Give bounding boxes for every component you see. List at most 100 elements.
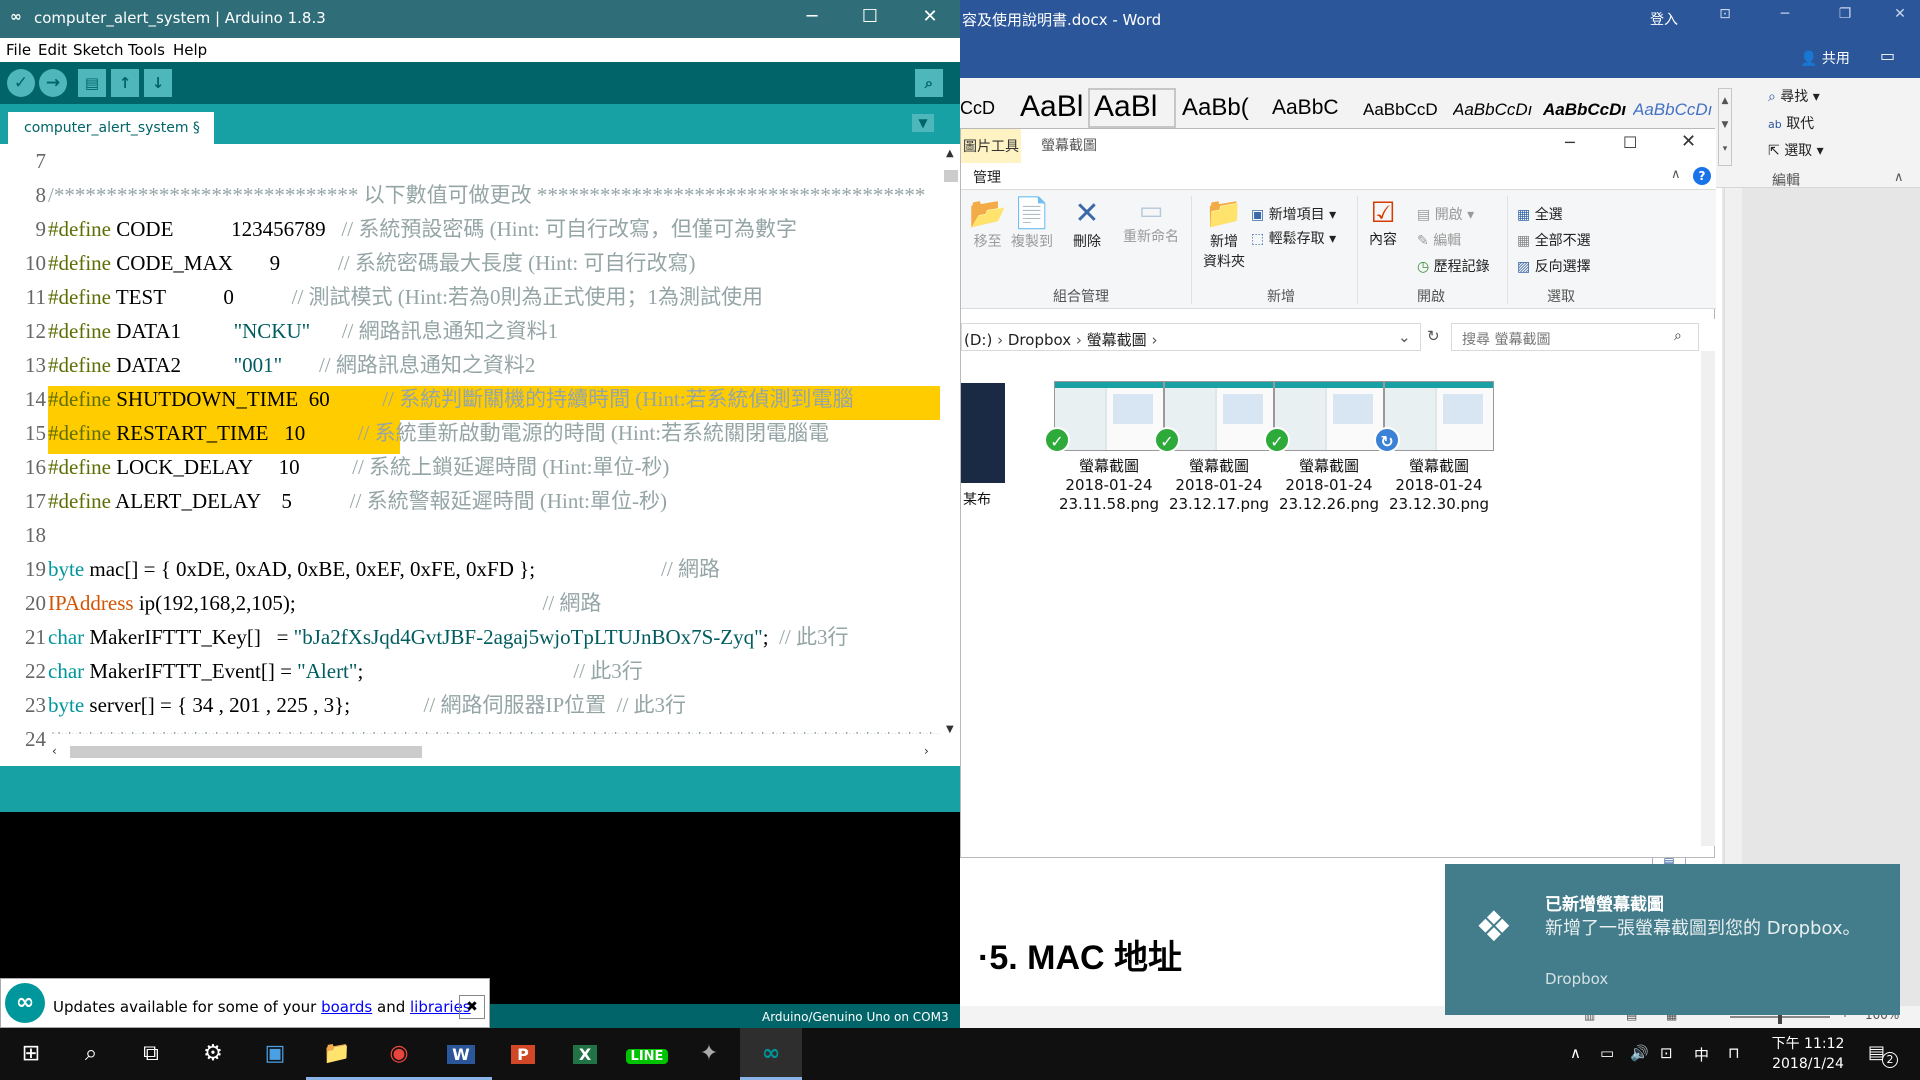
find-button[interactable]: ⌕ 尋找 ▾ [1752,84,1824,111]
open-sketch-icon[interactable]: ↑ [111,69,139,97]
open-button[interactable]: ▤ 開啟 ▾ [1417,204,1474,224]
word-signin-link[interactable]: 登入 [1650,9,1678,29]
code-line[interactable]: byte mac[] = { 0xDE, 0xAD, 0xBE, 0xEF, 0… [48,552,940,586]
excel-icon[interactable]: X [554,1028,616,1080]
edit-button[interactable]: ✎ 編輯 [1417,230,1461,250]
style-gallery-scroll[interactable]: ▲ ▼ ▾ [1718,88,1732,166]
code-line[interactable]: #define SHUTDOWN_TIME 60 // 系統判斷關機的持續時間 … [48,382,940,416]
explorer-vertical-scrollbar[interactable] [1701,351,1715,846]
code-content[interactable]: /***************************** 以下數值可做更改 … [48,144,940,734]
line-app-icon[interactable]: LINE [616,1028,678,1080]
collapse-ribbon-icon[interactable]: ∧ [1671,167,1681,182]
code-line[interactable]: #define CODE 123456789 // 系統預設密碼 (Hint: … [48,212,940,246]
scroll-thumb[interactable] [944,170,958,182]
start-windows-icon[interactable]: ⊞ [0,1028,62,1080]
collapse-ribbon-icon[interactable]: ∧ [1894,170,1904,185]
tab-manage[interactable]: 管理 [973,167,1001,187]
volume-icon[interactable]: 🔊 [1630,1044,1649,1062]
scroll-left-icon[interactable]: ‹ [52,744,57,758]
settings-gear-icon[interactable]: ⚙ [182,1028,244,1080]
chrome-icon[interactable]: ◉ [368,1028,430,1080]
share-button[interactable]: 👤 共用 [1800,48,1850,68]
task-view-icon[interactable]: ⧉ [120,1028,182,1080]
close-icon[interactable]: ✕ [910,6,950,27]
search-input[interactable]: 搜尋 螢幕截圖 ⌕ [1451,323,1699,351]
new-folder-button[interactable]: 📁 新增 資料夾 [1203,196,1245,271]
code-line[interactable]: /***************************** 以下數值可做更改 … [48,178,940,212]
code-line[interactable]: #define DATA1 "NCKU" // 網路訊息通知之資料1 [48,314,940,348]
file-explorer-taskbar-icon[interactable]: 📁 [306,1028,368,1080]
breadcrumb-dropbox[interactable]: Dropbox [1008,331,1071,349]
ime-mode-icon[interactable]: ⊓ [1728,1044,1740,1062]
minimize-icon[interactable]: ─ [1565,133,1575,152]
maximize-icon[interactable]: ☐ [850,6,890,27]
scroll-down-icon[interactable]: ▼ [946,724,954,735]
editor-horizontal-scrollbar[interactable]: ‹ › [46,742,942,762]
minimize-icon[interactable]: ─ [792,6,832,27]
minimize-icon[interactable]: ─ [1770,6,1800,22]
tab-menu-chevron-down-icon[interactable]: ▼ [912,114,934,132]
code-line[interactable]: /***************************************… [48,722,940,734]
new-item-button[interactable]: ▣ 新增項目 ▾ [1251,204,1336,224]
serial-monitor-icon[interactable]: ⌕ [915,69,943,97]
code-line[interactable] [48,518,940,552]
dropbox-toast[interactable]: ❖ 已新增螢幕截圖 新增了一張螢幕截圖到您的 Dropbox。 Dropbox [1445,864,1900,1015]
menu-tools[interactable]: Tools [128,41,165,59]
select-none-button[interactable]: ▦ 全部不選 [1517,230,1591,250]
word-taskbar-icon[interactable]: W [430,1028,492,1080]
file-item[interactable]: ↻ 螢幕截圖 2018-01-24 23.12.30.png [1374,381,1504,521]
menu-edit[interactable]: Edit [38,41,67,59]
code-line[interactable]: #define RESTART_TIME 10 // 系統重新啟動電源的時間 (… [48,416,940,450]
code-line[interactable]: #define TEST 0 // 測試模式 (Hint:若為0則為正式使用；1… [48,280,940,314]
editor-vertical-scrollbar[interactable]: ▲ ▼ [942,144,960,735]
network-icon[interactable]: ⊡ [1660,1044,1673,1062]
menu-help[interactable]: Help [173,41,207,59]
code-line[interactable]: char MakerIFTTT_Key[] = "bJa2fXsJqd4GvtJ… [48,620,940,654]
rename-button[interactable]: ▭ 重新命名 [1123,196,1179,246]
restore-icon[interactable]: ❐ [1830,6,1860,22]
code-line[interactable]: IPAddress ip(192,168,2,105); // 網路 [48,586,940,620]
ribbon-display-icon[interactable]: ⊡ [1710,6,1740,22]
scroll-right-icon[interactable]: › [924,744,929,758]
search-icon[interactable]: ⌕ [60,1028,122,1080]
menu-file[interactable]: File [6,41,31,59]
code-line[interactable]: char MakerIFTTT_Event[] = "Alert"; // 此3… [48,654,940,688]
hscroll-thumb[interactable] [70,746,422,758]
select-all-button[interactable]: ▦ 全選 [1517,204,1563,224]
code-editor[interactable]: 7 8 9 10 11 12 13 14 15 16 17 18 19 20 21 22 23 24 /*****… [0,144,960,766]
code-line[interactable]: byte server[] = { 34 , 201 , 225 , 3}; /… [48,688,940,722]
paint-app-icon[interactable]: ✦ [678,1028,740,1080]
code-line[interactable] [48,144,940,178]
select-button[interactable]: ⇱ 選取 ▾ [1752,138,1824,165]
powerpoint-icon[interactable]: P [492,1028,554,1080]
close-icon[interactable]: ✕ [1681,131,1696,152]
upload-icon[interactable]: → [39,69,67,97]
delete-button[interactable]: ✕ 刪除 [1073,196,1101,251]
replace-button[interactable]: ab 取代 [1752,111,1824,138]
boards-link[interactable]: boards [321,998,372,1016]
refresh-icon[interactable]: ↻ [1427,327,1440,345]
breadcrumb-drive[interactable]: (D:) [964,331,992,349]
verify-icon[interactable]: ✓ [7,69,35,97]
maximize-icon[interactable]: ☐ [1623,133,1637,152]
tab-sketch[interactable]: computer_alert_system § [8,112,214,144]
tray-overflow-chevron-icon[interactable]: ∧ [1570,1044,1581,1062]
properties-button[interactable]: ☑ 內容 [1369,196,1397,249]
arduino-taskbar-icon[interactable]: ∞ [740,1028,802,1080]
move-to-button[interactable]: 📂 移至 [969,196,1006,251]
menu-sketch[interactable]: Sketch [73,41,124,59]
clock[interactable]: 下午 11:12 2018/1/24 [1768,1034,1848,1074]
arduino-console[interactable] [0,812,960,1004]
help-icon[interactable]: ? [1693,167,1711,185]
address-dropdown-icon[interactable]: ⌄ [1398,328,1411,346]
control-panel-icon[interactable]: ▣ [244,1028,306,1080]
close-notification-icon[interactable]: ✖ [459,995,485,1019]
scroll-up-icon[interactable]: ▲ [946,148,954,159]
style-gallery-item-selected[interactable]: AaBl [1088,88,1176,128]
ime-indicator[interactable]: 中 [1694,1044,1709,1065]
close-icon[interactable]: ✕ [1885,6,1915,22]
invert-selection-button[interactable]: ▨ 反向選擇 [1517,256,1591,276]
address-bar[interactable]: (D:) › Dropbox › 螢幕截圖 › ⌄ [961,323,1421,351]
code-line[interactable]: #define CODE_MAX 9 // 系統密碼最大長度 (Hint: 可自… [48,246,940,280]
save-sketch-icon[interactable]: ↓ [144,69,172,97]
